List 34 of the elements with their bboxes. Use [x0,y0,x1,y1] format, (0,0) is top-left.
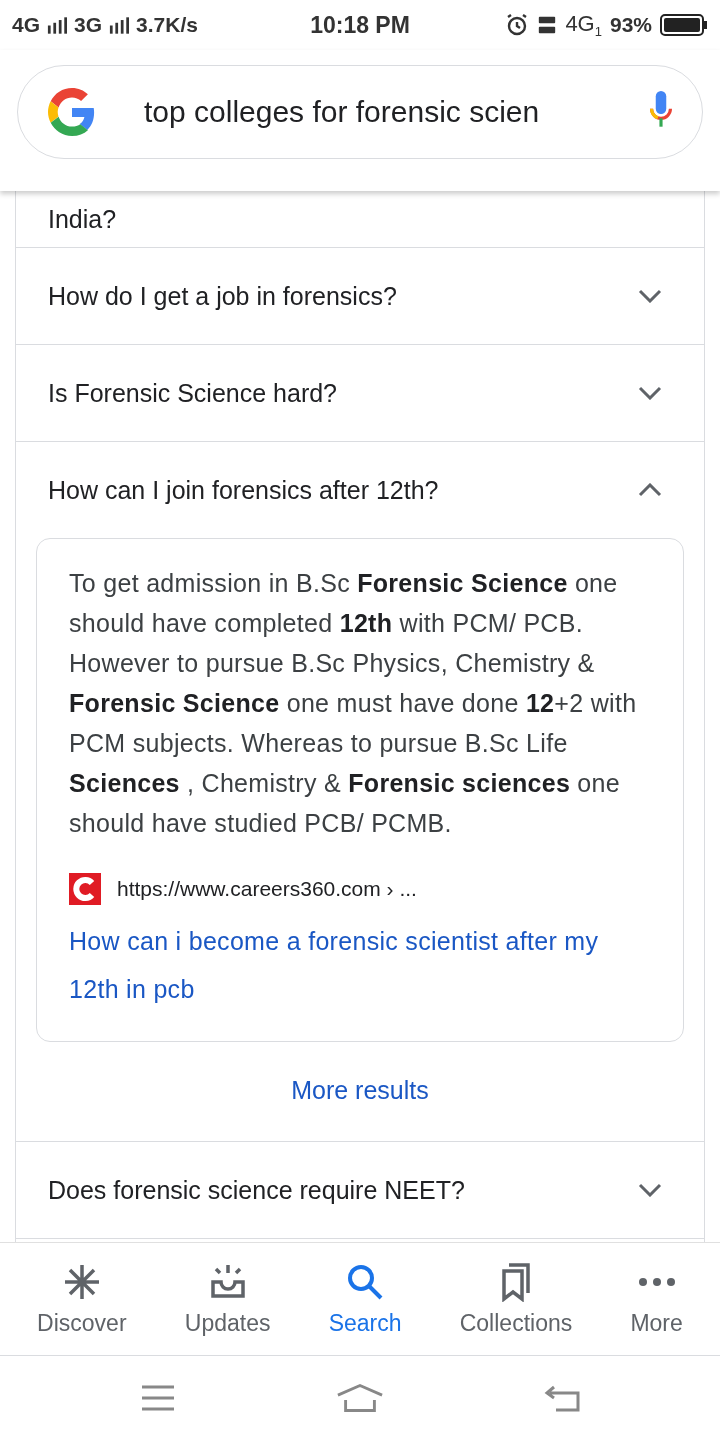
more-icon [636,1276,677,1287]
search-query: top colleges for forensic scien [144,95,541,129]
chevron-down-icon [638,386,662,400]
chevron-down-icon [638,289,662,303]
network-type: 3G [74,13,103,37]
battery-icon [660,14,708,36]
chevron-up-icon [638,483,662,497]
network-speed: 3.7K/s [136,13,198,37]
nav-tab[interactable]: Collections [459,1261,573,1337]
menu-icon[interactable] [140,1383,176,1413]
site-logo-icon [69,873,101,905]
result-link[interactable]: How can i become a forensic scientist after my 12th in pcb [69,917,651,1013]
question-text: India? [48,204,117,234]
answer-text: To get admission in B.Sc Forensic Science one should have completed 12th with PCM/ PCB. However to pursue B.Sc Physics, Chemistry & Forensic Science one must have done 12+2 with PCM subjects. Whereas to pursue B.Sc Life Sciences , Chemistry & Forensic sciences one should have studied PCB/ PCMB. [69,568,638,839]
chevron-down-icon [638,1183,662,1197]
network-type: 4G$_{1}$ [565,10,602,40]
question-row[interactable]: How can I join forensics after 12th? [16,442,704,538]
nav-tab[interactable]: More [630,1261,683,1337]
back-icon[interactable] [544,1383,580,1413]
network-type: 4G [12,13,40,37]
clock: 10:18 PM [310,11,410,39]
question-row[interactable]: How do I get a job in forensics? [16,248,704,345]
battery-percent: 93% [609,13,652,37]
signal-icon [109,16,130,34]
nav-tab[interactable]: Updates [184,1261,271,1337]
more-results-link[interactable]: More results [291,1076,429,1105]
nav-tab[interactable]: Discover [37,1261,127,1337]
signal-icon [47,16,67,34]
source-url: https://www.careers360.com › ... [117,877,417,901]
google-logo-icon [48,88,96,136]
question-row[interactable]: Is Forensic Science hard? [16,345,704,442]
home-icon[interactable] [336,1383,384,1413]
nav-tab[interactable]: Search [328,1261,402,1337]
question-row[interactable]: Does forensic science require NEET? [16,1142,704,1239]
